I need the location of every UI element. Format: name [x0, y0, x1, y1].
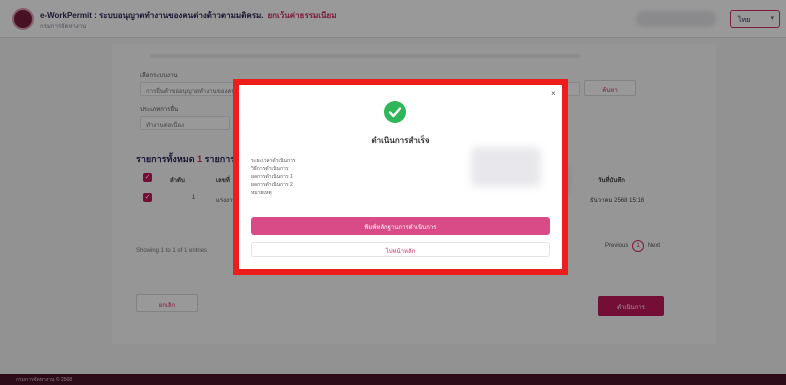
info-line: ผลการดำเนินการ 1: [251, 174, 293, 180]
blurred-info: [471, 147, 541, 187]
print-receipt-button[interactable]: พิมพ์หลักฐานการดำเนินการ: [251, 217, 550, 235]
modal-title: ดำเนินการสำเร็จ: [371, 136, 430, 145]
check-circle-icon: [384, 101, 406, 123]
success-modal: × ดำเนินการสำเร็จ ระยะเวลาดำเนินการ วิธี…: [239, 85, 562, 269]
info-line: ระยะเวลาดำเนินการ: [251, 158, 296, 164]
close-icon[interactable]: ×: [551, 89, 556, 98]
info-line: วิธีการดำเนินการ: [251, 166, 289, 172]
info-line: ผลการดำเนินการ 2: [251, 182, 293, 188]
info-line: หมายเหตุ: [251, 190, 272, 196]
go-home-button[interactable]: ไปหน้าหลัก: [251, 242, 550, 257]
